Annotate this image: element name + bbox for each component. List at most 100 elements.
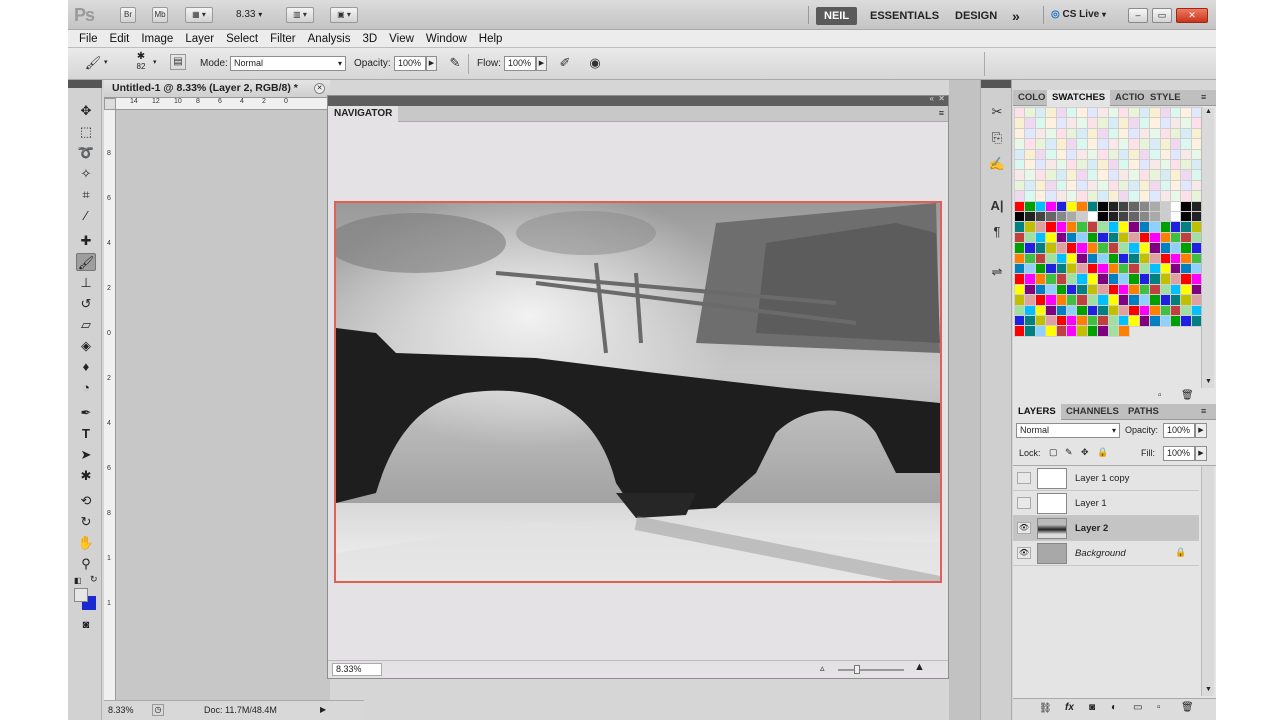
- swatch[interactable]: [1149, 200, 1162, 213]
- swatch[interactable]: [1118, 221, 1130, 234]
- launch-mini-bridge-button[interactable]: Mb: [152, 7, 168, 23]
- menu-help[interactable]: Help: [473, 30, 509, 48]
- swatch[interactable]: [1076, 242, 1089, 255]
- swatch[interactable]: [1097, 283, 1110, 296]
- swatch[interactable]: [1066, 159, 1078, 171]
- swatch[interactable]: [1034, 107, 1047, 119]
- swatch[interactable]: [1097, 148, 1110, 161]
- swatch[interactable]: [1128, 242, 1141, 255]
- swatch[interactable]: [1066, 127, 1078, 140]
- swatch[interactable]: [1076, 148, 1089, 161]
- tab-actions[interactable]: ACTIO: [1110, 90, 1150, 106]
- swatch[interactable]: [1076, 107, 1089, 119]
- swatch[interactable]: [1107, 190, 1120, 203]
- panel-header[interactable]: [68, 80, 102, 88]
- swatch[interactable]: [1034, 190, 1047, 203]
- workspace-design[interactable]: DESIGN: [955, 7, 997, 25]
- swatch[interactable]: [1159, 283, 1172, 296]
- swatch[interactable]: [1159, 273, 1172, 286]
- swatch[interactable]: [1149, 159, 1162, 171]
- swatch[interactable]: [1149, 107, 1162, 119]
- swatch[interactable]: [1180, 294, 1193, 307]
- swatch[interactable]: [1118, 107, 1130, 119]
- swatch[interactable]: [1128, 263, 1141, 275]
- link-layers-icon[interactable]: ⛓: [1039, 703, 1052, 714]
- crop-tool[interactable]: ⌗: [76, 186, 96, 204]
- swatch[interactable]: [1159, 148, 1172, 161]
- swatch[interactable]: [1066, 211, 1078, 223]
- swatch[interactable]: [1097, 242, 1110, 255]
- swatch[interactable]: [1024, 315, 1037, 327]
- swatch[interactable]: [1076, 117, 1089, 130]
- swatch[interactable]: [1149, 263, 1162, 275]
- swatch[interactable]: [1066, 273, 1078, 286]
- swatch[interactable]: [1024, 283, 1037, 296]
- swatch[interactable]: [1076, 221, 1089, 234]
- swatch[interactable]: [1118, 138, 1130, 151]
- swatch[interactable]: [1034, 159, 1047, 171]
- swatch[interactable]: [1076, 231, 1089, 244]
- swatch[interactable]: [1159, 200, 1172, 213]
- swatch[interactable]: [1128, 252, 1141, 265]
- swatch[interactable]: [1014, 159, 1026, 171]
- swatch[interactable]: [1014, 211, 1026, 223]
- swatch[interactable]: [1180, 148, 1193, 161]
- swatch[interactable]: [1086, 169, 1099, 182]
- swatch[interactable]: [1149, 169, 1162, 182]
- menu-3d[interactable]: 3D: [356, 30, 383, 48]
- swatch[interactable]: [1149, 242, 1162, 255]
- panel-header[interactable]: [981, 80, 1011, 88]
- clone-stamp-tool[interactable]: ⊥: [76, 274, 96, 292]
- swatch[interactable]: [1045, 169, 1058, 182]
- menu-edit[interactable]: Edit: [104, 30, 136, 48]
- swatch[interactable]: [1118, 169, 1130, 182]
- swatch[interactable]: [1118, 283, 1130, 296]
- swatch[interactable]: [1024, 211, 1037, 223]
- swatch[interactable]: [1014, 294, 1026, 307]
- layer-row-layer-2[interactable]: 👁 Layer 2: [1013, 516, 1199, 541]
- eye-icon[interactable]: 👁: [1017, 547, 1031, 559]
- swatch[interactable]: [1180, 127, 1193, 140]
- swatch[interactable]: [1076, 179, 1089, 192]
- airbrush-pressure-opacity-button[interactable]: ✎: [446, 54, 464, 72]
- swatch[interactable]: [1097, 117, 1110, 130]
- lock-all-icon[interactable]: 🔒: [1097, 447, 1108, 458]
- swatch[interactable]: [1034, 294, 1047, 307]
- lock-transparency-icon[interactable]: ▢: [1049, 447, 1058, 458]
- swatch[interactable]: [1014, 325, 1026, 338]
- swatch[interactable]: [1034, 263, 1047, 275]
- swatch[interactable]: [1024, 127, 1037, 140]
- panel-menu-icon[interactable]: ≡: [1201, 406, 1206, 416]
- swatch[interactable]: [1034, 127, 1047, 140]
- swatch[interactable]: [1097, 273, 1110, 286]
- swatch[interactable]: [1149, 221, 1162, 234]
- swatch[interactable]: [1149, 138, 1162, 151]
- menu-image[interactable]: Image: [135, 30, 179, 48]
- swatch[interactable]: [1034, 200, 1047, 213]
- swatch[interactable]: [1086, 273, 1099, 286]
- swatch[interactable]: [1107, 179, 1120, 192]
- swatch[interactable]: [1086, 242, 1099, 255]
- 3d-rotate-tool[interactable]: ⟲: [76, 492, 96, 510]
- swatch[interactable]: [1014, 179, 1026, 192]
- scroll-down-icon[interactable]: ▼: [1205, 686, 1212, 693]
- status-menu-arrow[interactable]: ▶: [320, 701, 326, 719]
- tab-paths[interactable]: PATHS: [1123, 404, 1164, 420]
- swatch[interactable]: [1170, 252, 1182, 265]
- swatch[interactable]: [1149, 211, 1162, 223]
- swatch[interactable]: [1180, 190, 1193, 203]
- swatch[interactable]: [1149, 252, 1162, 265]
- tab-navigator[interactable]: NAVIGATOR: [328, 106, 398, 122]
- tab-channels[interactable]: CHANNELS: [1061, 404, 1124, 420]
- swatch[interactable]: [1159, 231, 1172, 244]
- swatch[interactable]: [1107, 117, 1120, 130]
- swatch[interactable]: [1045, 252, 1058, 265]
- swatch[interactable]: [1138, 263, 1151, 275]
- swatch[interactable]: [1159, 211, 1172, 223]
- scroll-down-icon[interactable]: ▼: [1205, 378, 1212, 385]
- swatch[interactable]: [1097, 138, 1110, 151]
- swatch[interactable]: [1107, 200, 1120, 213]
- swatch[interactable]: [1149, 294, 1162, 307]
- swatch[interactable]: [1076, 211, 1089, 223]
- swatch[interactable]: [1034, 304, 1047, 317]
